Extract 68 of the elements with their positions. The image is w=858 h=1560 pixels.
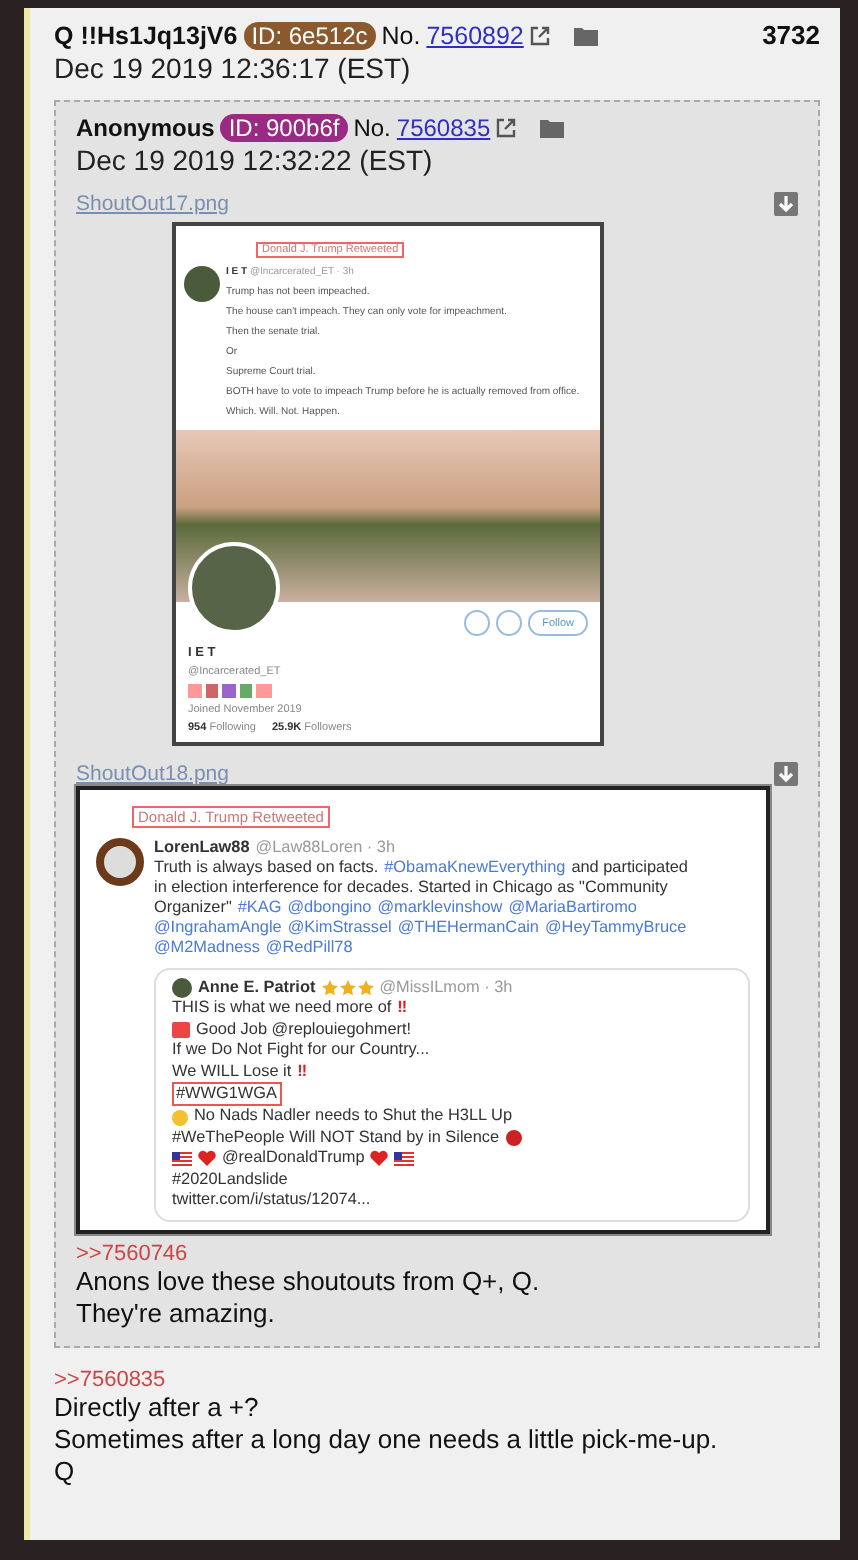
post-number-link[interactable]: 7560835 xyxy=(396,114,491,142)
post-text: Sometimes after a long day one needs a little pick-me-up. xyxy=(54,1424,720,1457)
tweet-text: No Nads Nadler needs to Shut the H3LL Up xyxy=(194,1106,512,1128)
profile-badges-drawing xyxy=(188,684,272,698)
flag-emoji-icon xyxy=(172,1151,192,1166)
tweet-handle: @Law88Loren · 3h xyxy=(255,838,396,858)
exclamation-mark: ‼ xyxy=(397,998,408,1020)
folder-icon[interactable] xyxy=(573,25,598,45)
tweet-text: #2020Landslide xyxy=(172,1169,288,1191)
post-text: Q xyxy=(54,1456,77,1489)
file-name-link[interactable]: ShoutOut18.png xyxy=(76,762,229,786)
flag-emoji-icon xyxy=(394,1151,415,1166)
mention-link[interactable]: @THEHermanCain xyxy=(397,918,539,938)
avatar-placeholder xyxy=(172,978,192,999)
file-name-link[interactable]: ShoutOut17.png xyxy=(76,192,229,216)
poster-id-badge[interactable]: ID: 900b6f xyxy=(220,114,348,142)
post-date: Dec 19 2019 12:32:22 (EST) xyxy=(76,144,435,176)
tweet-text: THIS is what we need more of xyxy=(172,998,392,1020)
poster-name: Anonymous xyxy=(76,114,215,142)
tweet-text: @realDonaldTrump xyxy=(222,1148,365,1170)
post-text: They're amazing. xyxy=(76,1298,277,1331)
avatar-placeholder xyxy=(96,838,144,886)
highlighted-hashtag: #WWG1WGA xyxy=(172,1082,281,1107)
mention-link[interactable]: @KimStrassel xyxy=(287,918,392,938)
heart-emoji-icon xyxy=(198,1150,216,1167)
quoted-handle: @MissILmom · 3h xyxy=(379,978,513,999)
external-link-icon[interactable] xyxy=(496,118,517,138)
poster-name: Q !!Hs1Jq13jV6 xyxy=(54,21,238,49)
reply-link[interactable]: >>7560835 xyxy=(54,1368,820,1393)
post-number-link[interactable]: 7560892 xyxy=(426,21,524,49)
hashtag-link[interactable]: #ObamaKnewEverything xyxy=(384,858,566,878)
download-icon[interactable] xyxy=(774,762,798,786)
heart-emoji-icon xyxy=(370,1150,389,1167)
mention-link[interactable]: @M2Madness xyxy=(154,938,260,958)
post-number-label: No. xyxy=(381,21,421,49)
tweet-author: LorenLaw88 xyxy=(154,838,250,858)
exclamation-mark: ‼ xyxy=(297,1061,308,1083)
avatar-placeholder xyxy=(184,266,220,302)
hashtag-link[interactable]: #KAG xyxy=(237,898,282,918)
reply-link[interactable]: >>7560746 xyxy=(76,1242,798,1267)
post-text: Anons love these shoutouts from Q+, Q. xyxy=(76,1266,542,1299)
mention-link[interactable]: @HeyTammyBruce xyxy=(545,918,687,938)
tweet-text: in election interference for decades. Started in Chicago as "Community xyxy=(154,878,668,898)
tweet-text: We WILL Lose it xyxy=(172,1061,292,1083)
post-text: Directly after a +? xyxy=(54,1392,261,1425)
external-link-icon[interactable] xyxy=(529,25,550,45)
tweet-text: #WeThePeople Will NOT Stand by in Silence xyxy=(172,1127,500,1149)
tweet-text: twitter.com/i/status/12074... xyxy=(172,1190,371,1211)
post-number-label: No. xyxy=(353,114,391,142)
post-count: 3732 xyxy=(762,20,820,50)
star-icon xyxy=(357,980,374,997)
mention-link[interactable]: @RedPill78 xyxy=(265,938,353,958)
poster-id-badge[interactable]: ID: 6e512c xyxy=(243,21,376,49)
star-icon xyxy=(339,980,356,997)
tweet-text: and participated xyxy=(571,858,688,878)
tweet-text: Organizer" xyxy=(154,898,232,918)
folder-icon[interactable] xyxy=(540,118,565,138)
mention-link[interactable]: @IngrahamAngle xyxy=(154,918,282,938)
star-icon xyxy=(321,980,338,997)
mention-link[interactable]: @marklevinshow xyxy=(377,898,503,918)
mention-link[interactable]: @MariaBartiromo xyxy=(508,898,637,918)
tweet-text: Truth is always based on facts. xyxy=(154,858,379,878)
download-icon[interactable] xyxy=(774,192,798,216)
mention-link[interactable]: @dbongino xyxy=(287,898,372,918)
tweet-text: If we Do Not Fight for our Country... xyxy=(172,1040,430,1062)
post-date: Dec 19 2019 12:36:17 (EST) xyxy=(54,52,413,84)
quoted-author: Anne E. Patriot xyxy=(198,978,316,999)
tweet-text: Good Job @replouiegohmert! xyxy=(196,1019,412,1041)
